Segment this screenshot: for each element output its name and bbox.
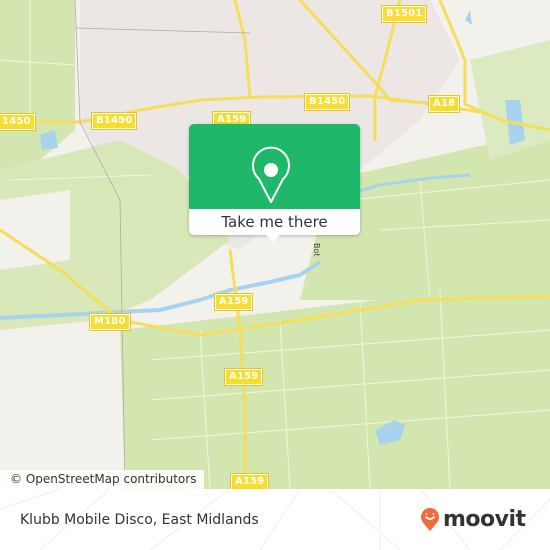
- place-name: Klubb Mobile Disco, East Midlands: [20, 512, 259, 528]
- road-label-b1450-edge: 1450: [0, 113, 36, 131]
- take-me-there-button[interactable]: Take me there: [189, 209, 360, 235]
- popup-header[interactable]: [189, 124, 360, 209]
- road-label-b1450-left: B1450: [90, 112, 138, 130]
- take-me-there-popup[interactable]: Take me there: [189, 124, 360, 242]
- map[interactable]: B1501 1450 B1450 B1450 A159 A18 A159 M18…: [0, 0, 550, 489]
- road-label-a159-bottom: A159: [229, 473, 270, 489]
- moovit-wordmark: moovit: [443, 507, 526, 532]
- road-label-a159-mid: A159: [213, 293, 254, 311]
- road-label-m180: M180: [89, 313, 131, 331]
- map-attribution[interactable]: © OpenStreetMap contributors: [0, 470, 205, 489]
- green-field-south: [120, 280, 550, 489]
- location-pin-icon: [252, 146, 290, 203]
- green-field-west: [0, 0, 75, 170]
- moovit-pin-icon: [421, 508, 439, 531]
- popup-pointer: [265, 234, 281, 242]
- road-label-b1501: B1501: [380, 5, 428, 23]
- road-label-b1450-right: B1450: [303, 93, 351, 111]
- street-label: Bot: [312, 243, 321, 257]
- white-patch-southwest: [0, 330, 125, 489]
- map-canvas: [0, 0, 550, 489]
- white-patch-west: [0, 190, 70, 270]
- moovit-logo[interactable]: moovit: [420, 508, 526, 532]
- road-label-a159-lower: A159: [223, 368, 264, 386]
- pond: [465, 10, 472, 25]
- road-label-a18: A18: [427, 95, 461, 113]
